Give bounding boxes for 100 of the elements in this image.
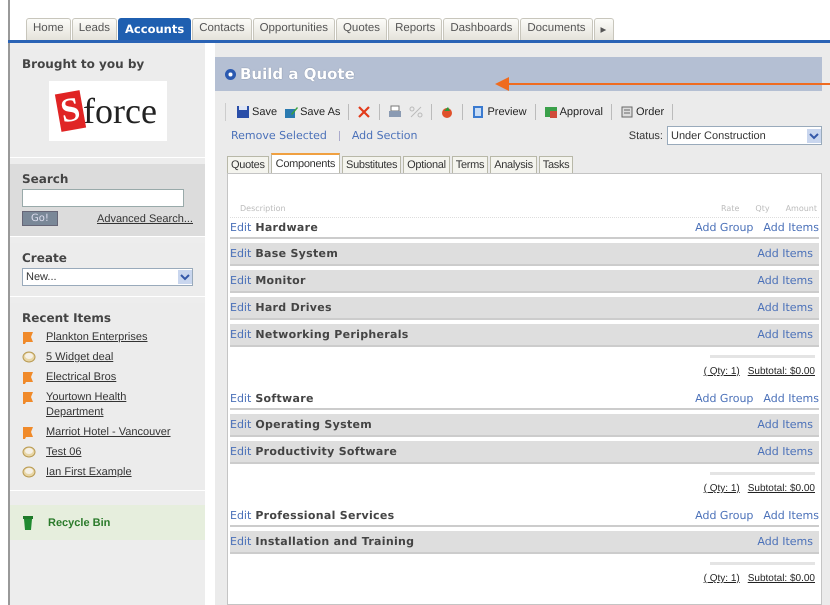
nav-tab[interactable]: Documents [520,18,593,40]
subtotal-text: Subtotal: $0.00 [748,366,815,377]
column-header: Amount [786,204,817,213]
quantity-text: ( Qty: 1) [704,366,740,377]
section-title: Brought to you by [22,57,146,71]
recent-item-link[interactable]: Ian First Example [46,465,132,480]
action-link[interactable]: Add Items [763,392,819,405]
flag-icon [22,390,36,404]
order-button[interactable]: Order [618,105,666,119]
status-label: Status: [628,130,663,142]
recent-item-link[interactable]: Yourtown Health Department [46,390,186,420]
quantity-text: ( Qty: 1) [704,573,740,584]
flag-icon [22,330,36,344]
flag-icon [22,370,36,384]
nav-tab[interactable]: ▸ [594,18,614,40]
group-name: Base System [255,247,340,260]
recent-item-link[interactable]: Plankton Enterprises [46,330,148,345]
action-link[interactable]: Add Group [695,221,754,234]
edit-link[interactable]: Edit [230,274,252,287]
save-button[interactable]: Save [234,105,280,119]
tab[interactable]: Terms [452,156,488,173]
section-name: Hardware [255,221,320,234]
action-link[interactable]: Add Items [757,247,813,260]
edit-link[interactable]: Edit [230,301,252,314]
create-dropdown[interactable]: New... [22,268,193,286]
column-header: Rate [721,204,740,213]
tab[interactable]: Tasks [538,156,574,173]
edit-link[interactable]: Edit [230,418,252,431]
section-title: Create [22,251,68,265]
edit-link[interactable]: Edit [230,247,252,260]
subtotal-text: Subtotal: $0.00 [748,483,815,494]
tab[interactable]: Substitutes [342,156,402,173]
edit-link[interactable]: Edit [230,445,252,458]
recent-item-link[interactable]: 5 Widget deal [46,350,114,365]
floppy-pen-icon [284,105,298,119]
recent-item-link[interactable]: Marriot Hotel - Vancouver [46,425,171,440]
help-icon [225,68,236,80]
document-icon [471,105,486,119]
edit-link[interactable]: Edit [230,221,252,234]
preview-button[interactable]: Preview [469,105,529,119]
group-name: Networking Peripherals [255,328,410,341]
action-link[interactable]: Remove Selected [231,129,327,142]
group-name: Monitor [255,274,307,287]
nav-tab[interactable]: Contacts [192,18,252,40]
group-name: Operating System [255,418,374,431]
floppy-icon [236,105,250,119]
edit-link[interactable]: Edit [230,392,252,405]
print-icon [388,105,402,119]
recent-item-link[interactable]: Electrical Bros [46,370,116,385]
action-link[interactable]: Add Items [757,274,813,287]
recycle-bin-link[interactable]: Recycle Bin [10,505,205,540]
tab[interactable]: Optional [403,156,450,173]
flag-icon [22,425,36,439]
nav-tab[interactable]: Reports [388,18,442,40]
edit-link[interactable]: Edit [230,509,252,522]
quantity-text: ( Qty: 1) [704,483,740,494]
group-name: Productivity Software [255,445,398,458]
nav-tab[interactable]: Opportunities [252,18,335,40]
nav-tab[interactable]: Leads [72,18,118,40]
edit-link[interactable]: Edit [230,328,252,341]
action-link[interactable]: Add Items [757,535,813,548]
status-dropdown[interactable]: Under Construction [667,126,822,145]
advanced-search-link[interactable]: Advanced Search... [96,212,193,224]
group-name: Installation and Training [255,535,416,548]
group-name: Hard Drives [255,301,333,314]
column-header: Description [240,204,287,213]
edit-link[interactable]: Edit [230,535,252,548]
action-link[interactable]: Add Group [695,392,754,405]
nav-tab[interactable]: Quotes [336,18,388,40]
save-as-button[interactable]: Save As [282,105,342,119]
action-link[interactable]: Add Items [757,328,813,341]
action-link[interactable]: Add Group [695,509,754,522]
trash-icon [22,515,34,530]
subtotal-text: Subtotal: $0.00 [748,573,815,584]
recent-item-link[interactable]: Test 06 [46,445,82,460]
action-link[interactable]: Add Items [763,509,819,522]
delete-icon [357,105,372,119]
action-link[interactable]: Add Section [352,129,418,142]
section-name: Software [255,392,315,405]
section-name: Professional Services [255,509,396,522]
approval-button[interactable]: Approval [542,105,605,119]
tab[interactable]: Analysis [490,156,537,173]
nav-tab[interactable]: Home [26,18,71,40]
column-header: Qty [755,204,770,213]
action-link[interactable]: Add Items [757,418,813,431]
tab[interactable]: Quotes [227,156,269,173]
page-header: Build a Quote [215,57,822,91]
search-field[interactable] [22,189,184,207]
order-icon [620,105,634,119]
percent-icon [409,105,424,119]
coin-icon [22,350,36,364]
nav-tab[interactable]: Dashboards [443,18,520,40]
action-link[interactable]: Add Items [757,301,813,314]
section-title: Search [22,172,70,186]
action-link[interactable]: Add Items [757,445,813,458]
approval-icon [544,105,558,119]
tab[interactable]: Components [270,153,340,173]
section-title: Recent Items [22,311,112,325]
action-link[interactable]: Add Items [763,221,819,234]
nav-tab[interactable]: Accounts [118,18,192,40]
